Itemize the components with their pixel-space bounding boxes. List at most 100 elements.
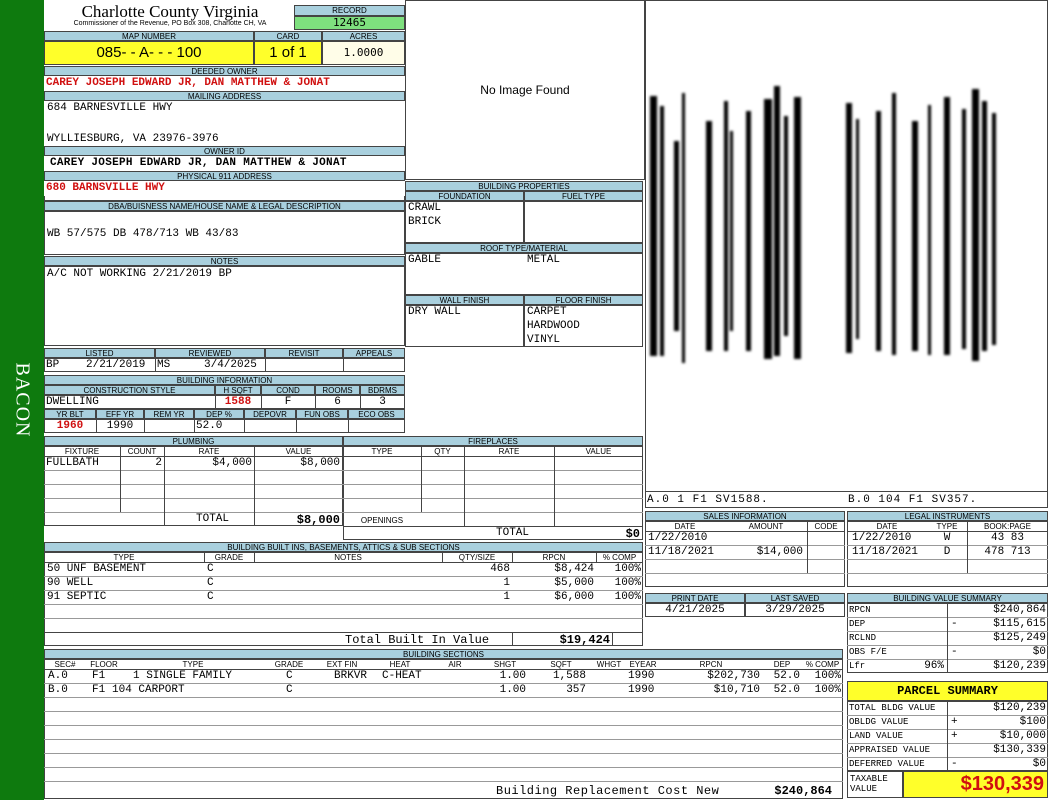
sections-col: SHGT bbox=[493, 660, 517, 669]
builtin-grade: C bbox=[207, 577, 214, 589]
replacement-cost-label: Building Replacement Cost New bbox=[496, 784, 720, 798]
bvs-key: RPCN bbox=[849, 605, 871, 615]
bvs-key: OBS F/E bbox=[849, 647, 887, 657]
builtin-qty: 1 bbox=[503, 577, 510, 589]
district-label: BACON bbox=[11, 362, 34, 438]
section-eyear: 1990 bbox=[628, 684, 655, 696]
bvs-label: BUILDING VALUE SUMMARY bbox=[847, 593, 1048, 603]
section-comp: 100% bbox=[814, 670, 841, 682]
yr-blt-value: 1960 bbox=[56, 420, 84, 432]
eco-obs-label: ECO OBS bbox=[348, 409, 405, 419]
building-properties-label: BUILDING PROPERTIES bbox=[405, 181, 643, 191]
notes-value: A/C NOT WORKING 2/21/2019 BP bbox=[47, 268, 232, 280]
foundation-label: FOUNDATION bbox=[405, 191, 524, 201]
floor-finish-value: VINYL bbox=[527, 334, 561, 346]
builtins-col-type: TYPE bbox=[113, 553, 135, 562]
plumbing-label: PLUMBING bbox=[44, 436, 343, 446]
parcel-value: $0 bbox=[1032, 758, 1046, 770]
sales-info-label: SALES INFORMATION bbox=[645, 511, 845, 521]
district-sidebar: BACON bbox=[0, 0, 44, 800]
plumbing-value: $8,000 bbox=[300, 457, 340, 469]
hsqft-value: 1588 bbox=[224, 396, 252, 408]
legal-col-book: BOOK:PAGE bbox=[984, 522, 1031, 531]
dep-label: DEP % bbox=[194, 409, 244, 419]
sales-date: 11/18/2021 bbox=[648, 546, 715, 558]
sections-col: HEAT bbox=[389, 660, 411, 669]
builtin-qty: 1 bbox=[503, 591, 510, 603]
section-shgt: 1.00 bbox=[499, 684, 526, 696]
section-shgt: 1.00 bbox=[499, 670, 526, 682]
wall-finish-value: DRY WALL bbox=[408, 306, 461, 318]
fun-obs-label: FUN OBS bbox=[296, 409, 348, 419]
rem-yr-label: REM YR bbox=[144, 409, 194, 419]
sections-col: FLOOR bbox=[90, 660, 118, 669]
section-grade: C bbox=[286, 684, 293, 696]
hsqft-label: H SQFT bbox=[215, 385, 261, 395]
sales-amount: $14,000 bbox=[756, 546, 803, 558]
cond-label: COND bbox=[261, 385, 315, 395]
builtin-type: 90 WELL bbox=[47, 577, 94, 589]
notes-label: NOTES bbox=[44, 256, 405, 266]
builtin-type: 91 SEPTIC bbox=[47, 591, 107, 603]
sections-col: % COMP bbox=[805, 660, 840, 669]
rooms-value: 6 bbox=[334, 396, 341, 408]
fireplace-total-label: TOTAL bbox=[496, 527, 530, 539]
wall-finish-label: WALL FINISH bbox=[405, 295, 524, 305]
legal-instruments-label: LEGAL INSTRUMENTS bbox=[847, 511, 1048, 521]
section-comp: 100% bbox=[814, 684, 841, 696]
mailing-line2: WYLLIESBURG, VA 23976-3976 bbox=[47, 133, 219, 145]
sketch-area bbox=[645, 0, 1048, 508]
floor-finish-value: HARDWOOD bbox=[527, 320, 580, 332]
builtins-col-grade: GRADE bbox=[214, 553, 244, 562]
bvs-value: $115,615 bbox=[993, 618, 1046, 630]
fireplace-col-value: VALUE bbox=[585, 447, 612, 456]
bvs-pct: 96% bbox=[924, 660, 944, 672]
parcel-value: $120,239 bbox=[993, 702, 1046, 714]
section-ext-fin: BRKVR bbox=[334, 670, 368, 682]
bvs-value: $240,864 bbox=[993, 604, 1046, 616]
builtin-grade: C bbox=[207, 591, 214, 603]
sections-col: EXT FIN bbox=[326, 660, 358, 669]
mailing-address-label: MAILING ADDRESS bbox=[44, 91, 405, 101]
county-subtitle: Commissioner of the Revenue, PO Box 308,… bbox=[73, 20, 267, 27]
reviewed-by: MS bbox=[157, 359, 171, 371]
record-value: 12465 bbox=[294, 16, 405, 30]
sketch-caption-a: A.0 1 F1 SV1588. bbox=[647, 494, 769, 506]
builtin-grade: C bbox=[207, 563, 214, 575]
builtins-col-rpcn: RPCN bbox=[542, 553, 566, 562]
construction-style-value: DWELLING bbox=[46, 396, 99, 408]
last-saved-value: 3/29/2025 bbox=[765, 604, 825, 616]
county-title: Charlotte County Virginia bbox=[81, 2, 259, 21]
dep-value: 52.0 bbox=[196, 420, 223, 432]
physical-address-label: PHYSICAL 911 ADDRESS bbox=[44, 171, 405, 181]
bvs-key: DEP bbox=[849, 619, 866, 629]
parcel-key: OBLDG VALUE bbox=[849, 717, 909, 727]
floor-finish-value: CARPET bbox=[527, 306, 567, 318]
yr-blt-label: YR BLT bbox=[44, 409, 96, 419]
section-rpcn: $10,710 bbox=[713, 684, 760, 696]
fireplace-col-type: TYPE bbox=[371, 447, 393, 456]
building-sections-label: BUILDING SECTIONS bbox=[44, 649, 843, 659]
owner-id-label: OWNER ID bbox=[44, 146, 405, 156]
plumbing-count: 2 bbox=[155, 457, 162, 469]
legal-col-type: TYPE bbox=[936, 522, 958, 531]
card-label: CARD bbox=[254, 31, 322, 41]
fuel-box bbox=[524, 201, 643, 243]
plumbing-rate: $4,000 bbox=[212, 457, 252, 469]
builtins-col-comp: % COMP bbox=[602, 553, 637, 562]
bvs-value: $0 bbox=[1032, 646, 1046, 658]
replacement-cost-value: $240,864 bbox=[774, 784, 832, 798]
section-dep: 52.0 bbox=[773, 684, 800, 696]
roof-material-value: METAL bbox=[527, 254, 561, 266]
sections-col: RPCN bbox=[699, 660, 723, 669]
legal-date: 11/18/2021 bbox=[852, 546, 919, 558]
sketch-caption-b: B.0 104 F1 SV357. bbox=[848, 494, 978, 506]
builtins-total-label: Total Built In Value bbox=[345, 633, 490, 647]
bdrms-label: BDRMS bbox=[360, 385, 405, 395]
sketch-barcode-image bbox=[650, 86, 996, 363]
openings-label: OPENINGS bbox=[360, 516, 404, 525]
fireplace-total: $0 bbox=[625, 527, 640, 541]
builtin-comp: 100% bbox=[614, 591, 641, 603]
legal-type: W bbox=[943, 532, 951, 544]
sections-col: WHGT bbox=[596, 660, 622, 669]
